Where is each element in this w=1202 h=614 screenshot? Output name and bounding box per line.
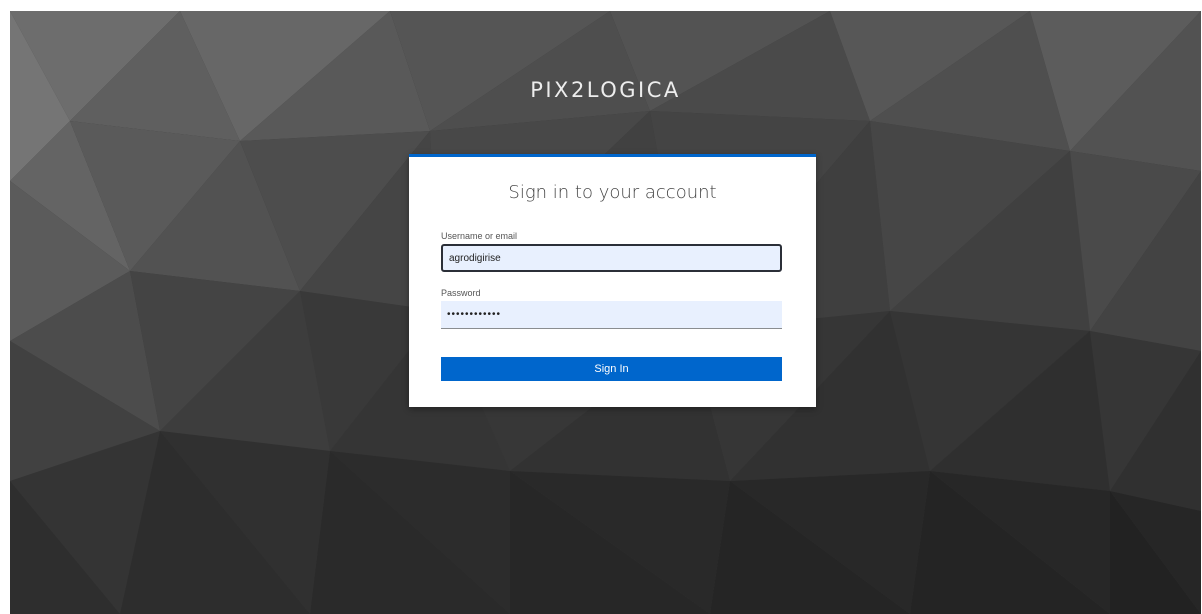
username-label: Username or email [441, 231, 518, 241]
login-title: Sign in to your account [508, 182, 717, 203]
login-card: Sign in to your account Username or emai… [409, 154, 816, 407]
username-input[interactable] [441, 244, 782, 272]
password-input[interactable] [441, 301, 782, 329]
sign-in-button[interactable]: Sign In [441, 357, 782, 381]
brand-name: PIX2LOGICA [530, 78, 681, 102]
password-label: Password [441, 288, 481, 298]
login-page-background: PIX2LOGICA Sign in to your account Usern… [10, 11, 1201, 614]
